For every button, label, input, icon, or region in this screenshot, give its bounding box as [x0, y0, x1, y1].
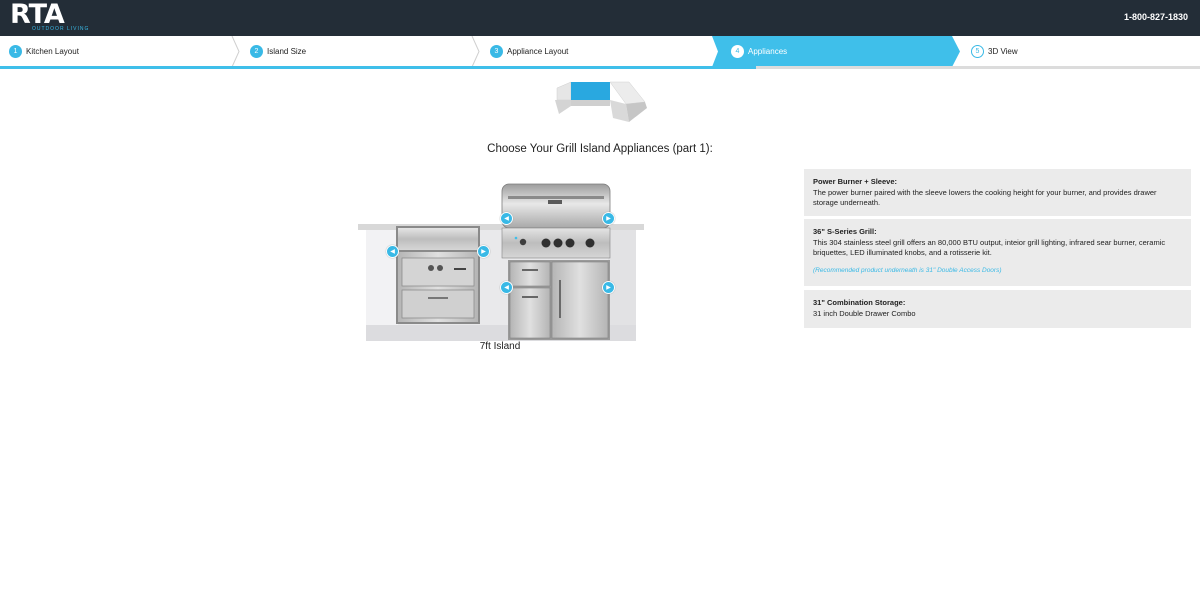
appliance-title: Power Burner + Sleeve: — [813, 177, 897, 186]
step-label: Appliances — [748, 47, 788, 56]
page-title: Choose Your Grill Island Appliances (par… — [487, 143, 713, 155]
island-shape-preview — [555, 81, 647, 122]
step-dividers — [231, 36, 480, 67]
progress-fill — [0, 66, 756, 69]
move-left-arrow-icon[interactable]: ◀ — [386, 245, 399, 258]
step-label: Kitchen Layout — [26, 47, 79, 56]
rta-logo[interactable]: RTA OUTDOOR LIVING — [10, 0, 88, 33]
appliance-info-storage: 31" Combination Storage: 31 inch Double … — [804, 290, 1191, 328]
step-number: 4 — [731, 45, 744, 58]
move-right-arrow-icon[interactable]: ▶ — [602, 281, 615, 294]
appliance-description: The power burner paired with the sleeve … — [813, 187, 1157, 208]
appliance-title: 36" S-Series Grill: — [813, 227, 877, 236]
recommended-note[interactable]: (Recommended product underneath is 31" D… — [813, 266, 1182, 277]
step-number: 3 — [490, 45, 503, 58]
wizard-steps: 1 Kitchen Layout 2 Island Size 3 Applian… — [0, 36, 1200, 67]
island-illustration — [358, 183, 644, 341]
progress-bar — [0, 66, 1200, 69]
step-3d-view[interactable]: 5 3D View — [971, 36, 1018, 67]
appliance-info-power-burner: Power Burner + Sleeve: The power burner … — [804, 169, 1191, 216]
step-label: Island Size — [267, 47, 307, 56]
move-left-arrow-icon[interactable]: ◀ — [500, 281, 513, 294]
step-label: 3D View — [988, 47, 1018, 56]
appliance-title: 31" Combination Storage: — [813, 298, 906, 307]
logo-subtitle: OUTDOOR LIVING — [32, 26, 90, 32]
step-appliance-layout[interactable]: 3 Appliance Layout — [490, 36, 568, 67]
step-number: 5 — [971, 45, 984, 58]
phone-number[interactable]: 1-800-827-1830 — [1124, 12, 1188, 22]
step-number: 2 — [250, 45, 263, 58]
step-appliances[interactable]: 4 Appliances — [731, 36, 787, 67]
step-island-size[interactable]: 2 Island Size — [250, 36, 306, 67]
appliance-description: 31 inch Double Drawer Combo — [813, 308, 916, 318]
island-size-label: 7ft Island — [479, 341, 521, 352]
step-number: 1 — [9, 45, 22, 58]
appliance-description: This 304 stainless steel grill offers an… — [813, 237, 1166, 258]
appliance-info-grill: 36" S-Series Grill: This 304 stainless s… — [804, 219, 1191, 286]
move-right-arrow-icon[interactable]: ▶ — [477, 245, 490, 258]
move-right-arrow-icon[interactable]: ▶ — [602, 212, 615, 225]
top-header: RTA OUTDOOR LIVING 1-800-827-1830 — [0, 0, 1200, 36]
step-label: Appliance Layout — [507, 47, 569, 56]
step-kitchen-layout[interactable]: 1 Kitchen Layout — [9, 36, 79, 67]
move-left-arrow-icon[interactable]: ◀ — [500, 212, 513, 225]
